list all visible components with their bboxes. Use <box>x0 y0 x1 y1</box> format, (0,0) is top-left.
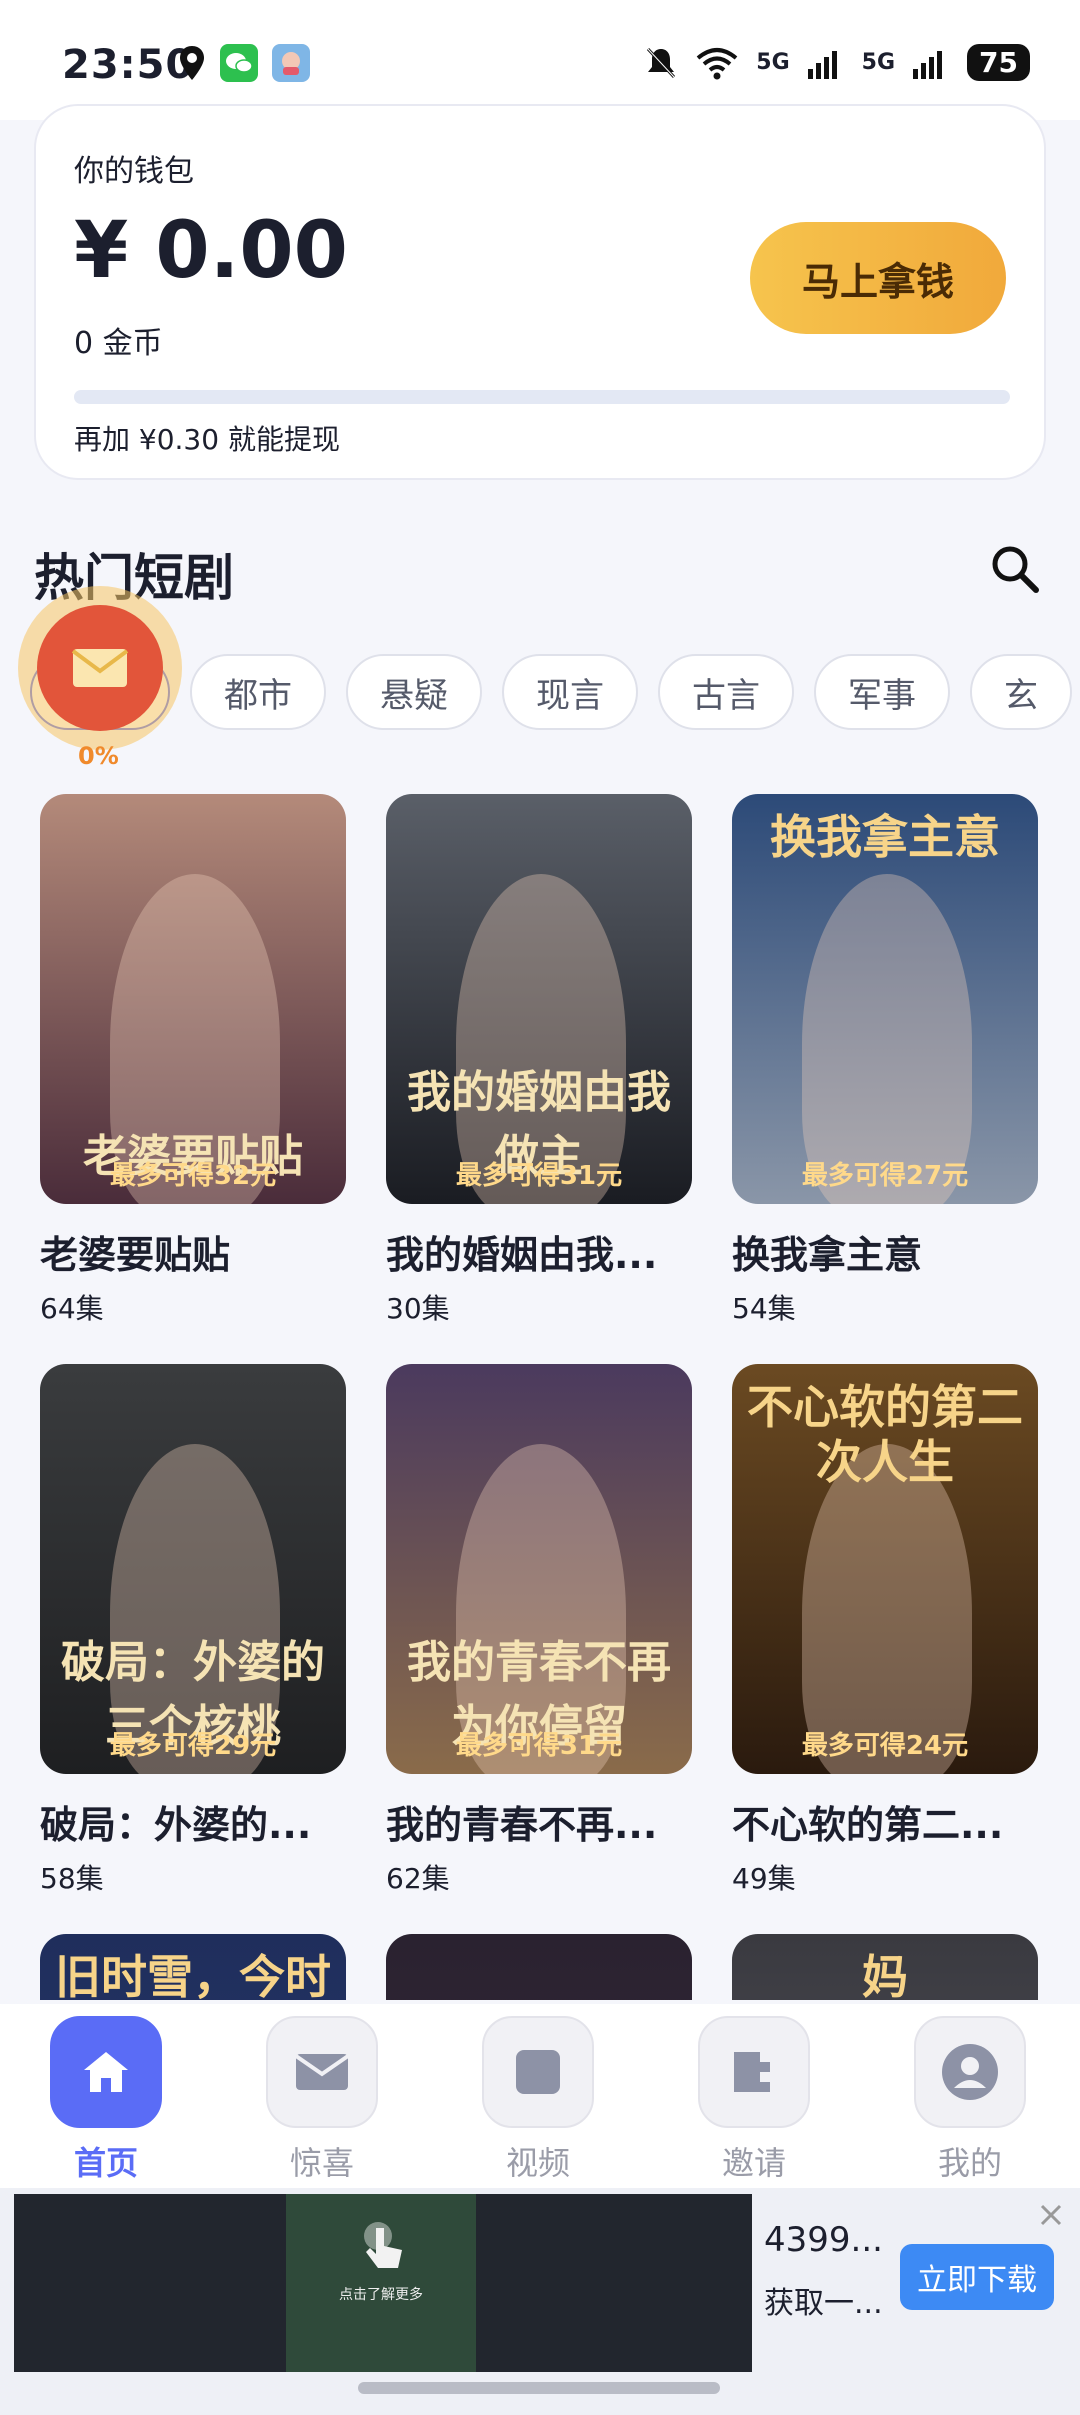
ad-banner[interactable]: 点击了解更多 4399... 获取一... 立即下载 <box>0 2188 1080 2415</box>
signal-5g-label-1: 5G <box>756 50 790 75</box>
drama-poster[interactable]: 破局：外婆的三个核桃 最多可得29元 <box>40 1364 346 1774</box>
nav-label: 惊喜 <box>289 2144 354 2182</box>
drama-card[interactable]: 妈 <box>732 1934 1038 2000</box>
mute-bell-icon <box>647 47 676 78</box>
reward-label: 最多可得29元 <box>109 1731 277 1761</box>
bottom-navigation: 首页 惊喜 视频 邀请 我的 <box>0 2004 1080 2188</box>
chip-category[interactable]: 悬疑 <box>346 654 482 730</box>
nav-item-home[interactable]: 首页 <box>31 2016 181 2184</box>
reward-label: 最多可得27元 <box>801 1161 969 1191</box>
episode-count: 64集 <box>40 1292 104 1325</box>
episode-count: 62集 <box>386 1862 450 1895</box>
drama-title: 不心软的第二... <box>732 1803 1004 1847</box>
drama-poster[interactable]: 不心软的第二次人生最多可得24元 <box>732 1364 1038 1774</box>
drama-title: 破局：外婆的... <box>40 1803 312 1847</box>
app-notification-icon <box>272 44 310 82</box>
drama-grid: 老婆要贴贴 最多可得32元 老婆要贴贴 64集 我的婚姻由我做主 最多可得31元 我的婚姻由… <box>40 794 1040 2000</box>
chip-category[interactable]: 都市 <box>190 654 326 730</box>
nav-item-video[interactable]: 视频 <box>463 2016 613 2184</box>
drama-title: 换我拿主意 <box>732 1233 923 1277</box>
withdraw-progress-bar <box>74 390 1010 404</box>
poster-title-art: 妈 <box>862 1950 908 2000</box>
drama-poster[interactable]: 换我拿主意最多可得27元 <box>732 794 1038 1204</box>
status-notification-icons <box>178 44 310 82</box>
chip-category[interactable]: 现言 <box>502 654 638 730</box>
reward-label: 最多可得31元 <box>455 1161 623 1191</box>
drama-title: 我的婚姻由我... <box>386 1233 658 1277</box>
drama-card[interactable] <box>386 1934 692 2000</box>
nav-label: 我的 <box>937 2144 1002 2182</box>
video-icon <box>482 2016 594 2128</box>
poster-title-art: 旧时雪，今时月 <box>55 1950 331 2000</box>
drama-card[interactable]: 换我拿主意 最多可得27元 换我拿主意 54集 <box>732 794 1038 1327</box>
download-now-button[interactable]: 立即下载 <box>900 2244 1054 2310</box>
nav-item-envelope[interactable]: 惊喜 <box>247 2016 397 2184</box>
chip-category[interactable]: 军事 <box>814 654 950 730</box>
drama-poster[interactable] <box>386 1934 692 2000</box>
drama-card[interactable]: 我的青春不再为你停留 最多可得31元我的青春不再... 62集 <box>386 1364 692 1897</box>
ad-video[interactable]: 点击了解更多 <box>14 2194 752 2372</box>
location-icon <box>180 46 204 80</box>
episode-count: 54集 <box>732 1292 796 1325</box>
wallet-balance: ¥ 0.00 <box>74 206 348 296</box>
battery-indicator: 75 <box>967 44 1030 81</box>
drama-poster[interactable]: 我的青春不再为你停留 最多可得31元 <box>386 1364 692 1774</box>
ad-media-caption: 点击了解更多 <box>339 2287 423 2303</box>
drama-card[interactable]: 不心软的第二次人生最多可得24元不心软的第二... 49集 <box>732 1364 1038 1897</box>
poster-title-art: 不心软的第二次人生 <box>747 1380 1023 1490</box>
status-system-icons: 5G 5G 75 <box>644 44 1030 81</box>
episode-count: 30集 <box>386 1292 450 1325</box>
reward-label: 最多可得24元 <box>801 1731 969 1761</box>
drama-card[interactable]: 我的婚姻由我做主 最多可得31元我的婚姻由我... 30集 <box>386 794 692 1327</box>
profile-icon <box>914 2016 1026 2128</box>
signal-5g-label-2: 5G <box>861 50 896 75</box>
nav-label: 邀请 <box>721 2144 786 2182</box>
wallet-card: 你的钱包 ¥ 0.00 0 金币 马上拿钱 再加 ¥0.30 就能提现 <box>34 104 1046 480</box>
nav-label: 首页 <box>73 2144 138 2182</box>
reward-progress-percent: 0% <box>78 742 119 770</box>
tap-hand-icon <box>364 2222 402 2268</box>
poster-title-art: 换我拿主意 <box>770 810 1000 864</box>
drama-poster[interactable]: 妈 <box>732 1934 1038 2000</box>
drama-title: 我的青春不再... <box>386 1803 658 1847</box>
search-icon[interactable] <box>986 540 1044 598</box>
coin-balance: 0 金币 <box>74 326 163 361</box>
close-icon[interactable] <box>1036 2200 1066 2230</box>
signal-bars-icon <box>913 50 943 79</box>
wallet-title: 你的钱包 <box>74 154 194 189</box>
drama-card[interactable]: 老婆要贴贴 最多可得32元老婆要贴贴 64集 <box>40 794 346 1327</box>
reward-label: 最多可得32元 <box>109 1161 277 1191</box>
get-money-button[interactable]: 马上拿钱 <box>750 222 1006 334</box>
signal-bars-icon <box>807 50 837 79</box>
nav-label: 视频 <box>505 2144 570 2182</box>
wechat-icon <box>220 44 258 82</box>
wifi-icon <box>696 47 738 79</box>
drama-poster[interactable]: 我的婚姻由我做主 最多可得31元 <box>386 794 692 1204</box>
envelope-icon <box>266 2016 378 2128</box>
floating-reward-button[interactable] <box>18 586 182 750</box>
drama-card[interactable]: 破局：外婆的三个核桃 最多可得29元破局：外婆的... 58集 <box>40 1364 346 1897</box>
drama-poster[interactable]: 旧时雪，今时月 <box>40 1934 346 2000</box>
drama-poster[interactable]: 老婆要贴贴 最多可得32元 <box>40 794 346 1204</box>
ad-subtitle: 获取一... <box>764 2286 883 2321</box>
home-icon <box>50 2016 162 2128</box>
drama-card[interactable]: 旧时雪，今时月 <box>40 1934 346 2000</box>
status-time: 23:50 <box>62 42 195 88</box>
chip-category[interactable]: 玄 <box>970 654 1072 730</box>
status-bar: 23:50 5G 5G 75 <box>0 0 1080 120</box>
home-indicator[interactable] <box>358 2382 720 2394</box>
red-envelope-icon <box>37 605 163 731</box>
episode-count: 58集 <box>40 1862 104 1895</box>
nav-item-profile[interactable]: 我的 <box>895 2016 1045 2184</box>
drama-title: 老婆要贴贴 <box>40 1233 231 1277</box>
nav-item-invite[interactable]: 邀请 <box>679 2016 829 2184</box>
invite-icon <box>698 2016 810 2128</box>
episode-count: 49集 <box>732 1862 796 1895</box>
reward-label: 最多可得31元 <box>455 1731 623 1761</box>
chip-category[interactable]: 古言 <box>658 654 794 730</box>
withdraw-hint: 再加 ¥0.30 就能提现 <box>74 423 340 456</box>
category-chips: 都市 悬疑 现言 古言 军事玄 <box>30 654 1080 730</box>
ad-title: 4399... <box>764 2220 883 2260</box>
